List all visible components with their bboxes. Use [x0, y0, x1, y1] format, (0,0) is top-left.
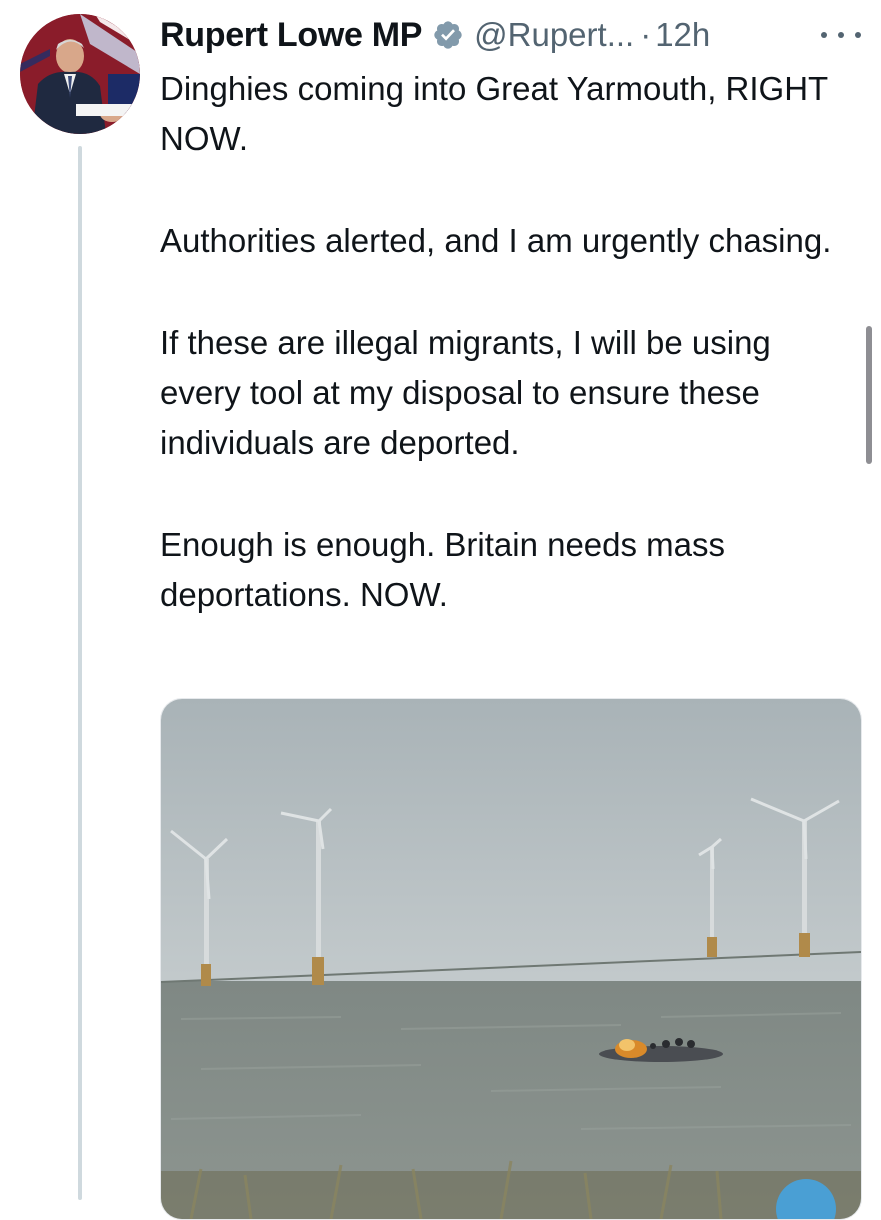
tweet-media-photo[interactable]: [160, 698, 862, 1220]
tweet-text: Dinghies coming into Great Yarmouth, RIG…: [160, 64, 860, 620]
author-handle[interactable]: @Rupert...: [474, 16, 634, 54]
more-dot: [855, 32, 861, 38]
tweet-paragraph: Enough is enough. Britain needs mass dep…: [160, 526, 726, 613]
tweet-paragraph: Dinghies coming into Great Yarmouth, RIG…: [160, 70, 828, 157]
avatar[interactable]: [20, 14, 140, 134]
separator-dot: ·: [640, 16, 652, 53]
more-dot: [821, 32, 827, 38]
avatar-photo: [20, 14, 140, 134]
scrollbar[interactable]: [866, 326, 872, 464]
verified-badge-icon[interactable]: [432, 19, 464, 51]
tweet-header: Rupert Lowe MP @Rupert... · 12h: [160, 10, 861, 60]
more-dot: [838, 32, 844, 38]
sea-photo: [161, 699, 861, 1219]
more-options-icon[interactable]: [821, 28, 861, 42]
thread-line: [78, 146, 82, 1200]
author-name[interactable]: Rupert Lowe MP: [160, 16, 422, 55]
timestamp[interactable]: 12h: [655, 16, 710, 54]
tweet-paragraph: Authorities alerted, and I am urgently c…: [160, 222, 832, 259]
tweet-paragraph: If these are illegal migrants, I will be…: [160, 324, 771, 461]
